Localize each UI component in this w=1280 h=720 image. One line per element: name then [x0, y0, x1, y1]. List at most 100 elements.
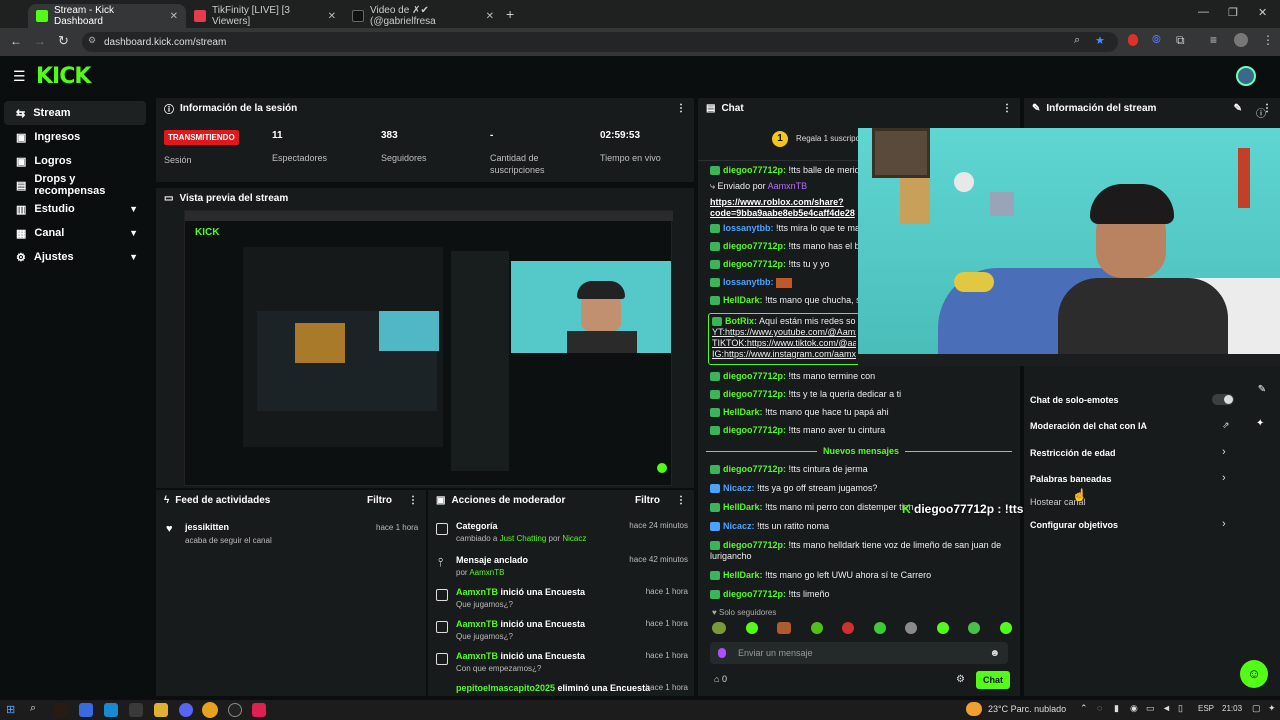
- tiktok-live-icon[interactable]: [252, 703, 266, 717]
- activity-filter-button[interactable]: Filtro: [367, 495, 392, 506]
- emote-icon[interactable]: [745, 622, 758, 634]
- info-side-icon[interactable]: ⓘ: [1256, 105, 1266, 120]
- more-options-icon[interactable]: ⋮: [408, 495, 418, 506]
- more-options-icon[interactable]: ⋮: [1002, 103, 1012, 114]
- sidebar-item-canal[interactable]: ▦ Canal ▼: [4, 221, 146, 245]
- sidebar-item-stream[interactable]: ⇆ Stream: [4, 101, 146, 125]
- maximize-icon[interactable]: ❐: [1228, 6, 1238, 19]
- option-ai-moderation[interactable]: Moderación del chat con IA: [1030, 421, 1147, 431]
- emote-icon[interactable]: [873, 622, 886, 634]
- emote-icon[interactable]: [968, 622, 981, 634]
- notification-icon[interactable]: ▢: [1252, 703, 1261, 714]
- discord-icon[interactable]: [179, 703, 193, 717]
- folder-icon[interactable]: [154, 703, 168, 717]
- emoji-icon[interactable]: ☻: [989, 648, 1000, 659]
- option-goals[interactable]: Configurar objetivos: [1030, 520, 1118, 530]
- emote-icon[interactable]: [712, 622, 726, 634]
- minimize-icon[interactable]: —: [1198, 6, 1209, 18]
- chat-settings-icon[interactable]: ⚙: [956, 674, 965, 685]
- sidebar-item-logros[interactable]: ▣ Logros: [4, 149, 146, 173]
- send-chat-button[interactable]: Chat: [976, 671, 1010, 689]
- profile-avatar[interactable]: [1234, 33, 1248, 47]
- chat-input[interactable]: Enviar un mensaje ☻: [710, 642, 1008, 664]
- emote-icon[interactable]: [842, 622, 855, 634]
- pencil-icon[interactable]: ✎: [1234, 103, 1242, 114]
- chat-link[interactable]: code=9bba9aabe8eb5e4caff4de28: [710, 208, 860, 219]
- search-icon[interactable]: ⌕: [30, 702, 36, 715]
- copilot-icon[interactable]: ✦: [1268, 703, 1276, 714]
- new-tab-icon[interactable]: +: [506, 6, 514, 22]
- back-icon[interactable]: ←: [10, 34, 22, 48]
- gift-sub-banner[interactable]: Regala 1 suscripci: [796, 134, 861, 143]
- emote-icon[interactable]: [936, 622, 949, 634]
- more-options-icon[interactable]: ⋮: [676, 495, 686, 506]
- browser-tab-tiktok[interactable]: Video de ✗✔ (@gabrielfresa ✕: [344, 4, 502, 28]
- tray-app-icon[interactable]: ◌: [1097, 703, 1102, 713]
- network-icon[interactable]: ▭: [1146, 703, 1155, 714]
- kick-logo[interactable]: KICK: [36, 64, 91, 89]
- support-chat-icon[interactable]: ☺: [1240, 660, 1268, 688]
- zoom-icon[interactable]: ⌕: [1074, 34, 1080, 47]
- close-tab-icon[interactable]: ✕: [486, 11, 494, 22]
- option-emote-only[interactable]: Chat de solo-emotes: [1030, 395, 1119, 405]
- emote-icon[interactable]: [777, 622, 792, 634]
- external-link-icon[interactable]: ⇗: [1222, 420, 1230, 431]
- url-field[interactable]: dashboard.kick.com/stream: [82, 32, 1118, 52]
- activity-user[interactable]: jessikitten: [185, 522, 229, 532]
- sidebar-item-ajustes[interactable]: ⚙ Ajustes ▼: [4, 245, 146, 269]
- store-icon[interactable]: [129, 703, 143, 717]
- browser-menu-icon[interactable]: ⋮: [1262, 33, 1274, 47]
- chrome-icon[interactable]: [202, 702, 218, 718]
- extension-translate-icon[interactable]: ⦾: [1152, 34, 1161, 47]
- browser-tab-kick[interactable]: Stream - Kick Dashboard ✕: [28, 4, 186, 28]
- more-options-icon[interactable]: ⋮: [676, 103, 686, 114]
- mod-filter-button[interactable]: Filtro: [635, 495, 660, 506]
- browser-tab-tikfinity[interactable]: TikFinity [LIVE] [3 Viewers] ✕: [186, 4, 344, 28]
- emote-icon[interactable]: [999, 622, 1012, 634]
- reload-icon[interactable]: ↻: [58, 33, 69, 49]
- option-age-restriction[interactable]: Restricción de edad: [1030, 448, 1116, 458]
- close-tab-icon[interactable]: ✕: [170, 11, 178, 22]
- microphone-icon[interactable]: ▮: [1114, 703, 1119, 714]
- emote-icon[interactable]: [905, 622, 918, 634]
- battery-icon[interactable]: ▯: [1178, 703, 1183, 714]
- money-icon: ▣: [16, 131, 27, 144]
- user-avatar[interactable]: [1236, 66, 1256, 86]
- tray-chevron-icon[interactable]: ⌃: [1080, 703, 1088, 714]
- forward-icon[interactable]: →: [34, 34, 46, 48]
- wrench-icon[interactable]: ✎: [1254, 384, 1270, 398]
- sidebar-item-drops[interactable]: ▤ Drops y recompensas: [4, 173, 146, 197]
- site-info-icon[interactable]: ⚙: [88, 35, 96, 46]
- mic-icon[interactable]: [718, 648, 726, 658]
- tray-app-icon[interactable]: ◉: [1130, 703, 1138, 714]
- emote-only-toggle[interactable]: [1212, 394, 1234, 405]
- mod-action-row: ⫯ Mensaje anclado por AamxnTB hace 42 mi…: [438, 555, 688, 577]
- new-messages-label[interactable]: Nuevos mensajes: [817, 446, 906, 456]
- close-window-icon[interactable]: ✕: [1258, 6, 1267, 19]
- app-icon[interactable]: [79, 703, 93, 717]
- bookmark-star-icon[interactable]: ★: [1095, 34, 1105, 47]
- weather-text[interactable]: 23°C Parc. nublado: [988, 704, 1066, 714]
- chevron-right-icon[interactable]: ›: [1222, 518, 1226, 530]
- sidebar-item-ingresos[interactable]: ▣ Ingresos: [4, 125, 146, 149]
- windows-start-icon[interactable]: ⊞: [6, 703, 15, 716]
- edge-icon[interactable]: [104, 703, 118, 717]
- obs-icon[interactable]: [228, 703, 242, 717]
- sidebar-item-estudio[interactable]: ▥ Estudio ▼: [4, 197, 146, 221]
- media-icon[interactable]: ≡: [1210, 33, 1217, 47]
- volume-icon[interactable]: ◄: [1162, 703, 1171, 713]
- option-banned-words[interactable]: Palabras baneadas: [1030, 474, 1112, 484]
- close-tab-icon[interactable]: ✕: [328, 11, 336, 22]
- stream-preview-video[interactable]: KICK: [184, 210, 673, 486]
- emote-icon[interactable]: [810, 622, 823, 634]
- hamburger-menu-icon[interactable]: ☰: [13, 68, 26, 85]
- chat-link[interactable]: https://www.roblox.com/share?: [710, 197, 860, 208]
- extensions-puzzle-icon[interactable]: ⧉: [1176, 33, 1185, 48]
- app-ai-icon[interactable]: [54, 703, 68, 717]
- chevron-right-icon[interactable]: ›: [1222, 446, 1226, 458]
- language-indicator[interactable]: ESP: [1198, 704, 1214, 713]
- clock[interactable]: 21:03: [1222, 704, 1242, 713]
- chevron-right-icon[interactable]: ›: [1222, 472, 1226, 484]
- mod-tools-icon[interactable]: ✦: [1256, 418, 1264, 429]
- extension-red-icon[interactable]: [1128, 34, 1138, 46]
